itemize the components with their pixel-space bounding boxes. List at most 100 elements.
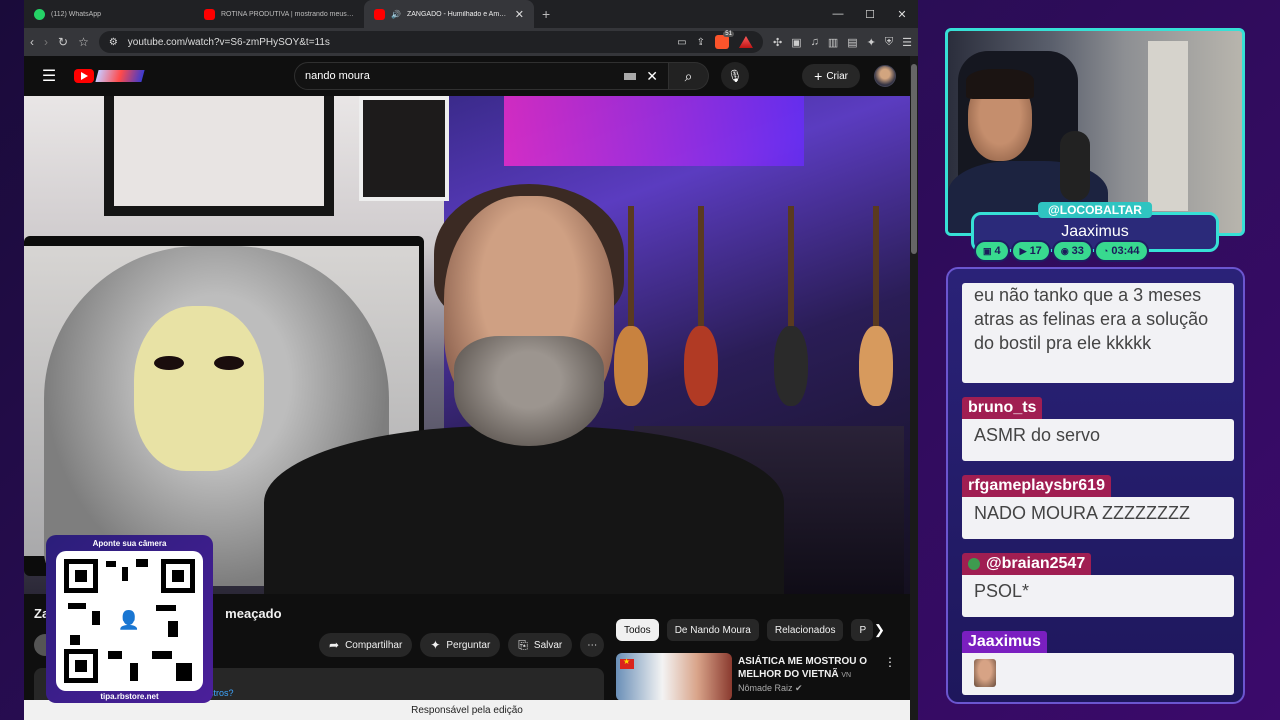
action-bar: ➦ Compartilhar ✦ Perguntar ⎘ Salvar ⋯ [319, 633, 605, 657]
url-text: youtube.com/watch?v=S6-zmPHySOY&t=11s [127, 36, 330, 48]
new-tab-button[interactable]: + [534, 6, 558, 22]
twitch-count: 4 [994, 245, 1001, 257]
tab-title: (112) WhatsApp [51, 10, 102, 18]
guitar-body [859, 326, 893, 406]
qr-module [108, 651, 122, 659]
speaker-icon: 🔊 [391, 9, 401, 19]
share-icon[interactable]: ⇪ [697, 37, 705, 48]
scrollbar-thumb[interactable] [911, 64, 917, 254]
hamburger-menu-icon[interactable]: ☰ [24, 66, 74, 86]
keyboard-icon[interactable] [624, 72, 637, 80]
leo-icon[interactable]: ✦ [867, 36, 876, 49]
sidebar-icon[interactable]: ▥ [828, 36, 838, 49]
kick-icon: ◉ [1060, 245, 1069, 256]
screenshot-icon[interactable]: ▣ [791, 36, 801, 49]
brave-rewards-icon[interactable] [738, 36, 753, 48]
url-box[interactable]: ⚙ youtube.com/watch?v=S6-zmPHySOY&t=11s … [98, 31, 763, 53]
tab-title: ZANGADO - Humilhado e Ameaçado [406, 10, 509, 18]
qr-module [136, 559, 148, 567]
streamer-handle-text: @LOCOBALTAR [1048, 203, 1142, 217]
chat-message-emote [962, 653, 1234, 695]
youtube-logo[interactable] [74, 69, 244, 83]
plus-icon: + [814, 68, 823, 84]
tab-whatsapp[interactable]: (112) WhatsApp [24, 0, 194, 28]
recommended-thumbnail[interactable] [616, 653, 732, 701]
qr-module [176, 663, 192, 681]
close-window-button[interactable]: ✕ [886, 0, 918, 28]
qr-module [68, 603, 86, 609]
chip-relacionados[interactable]: Relacionados [766, 619, 844, 641]
recommended-video[interactable]: ASIÁTICA ME MOSTROU O MELHOR DO VIETNÃ V… [616, 653, 901, 701]
sparkle-icon: ✦ [430, 638, 441, 652]
clock-icon: ◔ [1102, 246, 1109, 256]
ask-button[interactable]: ✦ Perguntar [420, 633, 501, 657]
share-button[interactable]: ➦ Compartilhar [319, 633, 413, 657]
twitch-icon: ▣ [983, 245, 992, 256]
youtube-header: ☰ nando moura ✕ ⌕ 🎙 + Criar [24, 56, 910, 96]
youtube-icon: ▶ [1019, 245, 1027, 256]
youtube-count: 17 [1029, 245, 1042, 257]
chevron-right-icon[interactable]: ❯ [874, 622, 885, 638]
video-guitars [614, 206, 904, 406]
tab-rotina[interactable]: ROTINA PRODUTIVA | mostrando meus hábito… [194, 0, 364, 28]
chat-message-text: NADO MOURA ZZZZZZZZ [962, 497, 1234, 539]
account-avatar[interactable] [874, 65, 896, 87]
guitar-neck [628, 206, 634, 336]
guitar-neck [788, 206, 794, 336]
more-icon: ⋯ [587, 639, 598, 651]
stream-stats: ▣ 4 ▶ 17 ◉ 33 ◔ 03:44 [976, 242, 1147, 260]
qr-module [122, 567, 128, 581]
tab-bar: (112) WhatsApp ROTINA PRODUTIVA | mostra… [24, 0, 918, 28]
reload-icon[interactable]: ↻ [58, 35, 68, 49]
streamer-handle: @LOCOBALTAR [1038, 202, 1152, 218]
minimize-button[interactable]: — [822, 0, 854, 28]
qr-module [106, 561, 116, 567]
more-vert-icon[interactable]: ⋮ [884, 655, 896, 669]
chip-cut-off[interactable]: P [851, 619, 874, 641]
brave-shields-icon[interactable]: 51 [714, 31, 734, 49]
kick-viewers: ◉ 33 [1053, 242, 1091, 260]
back-icon[interactable]: ‹ [30, 35, 34, 49]
tab-zangado-active[interactable]: 🔊 ZANGADO - Humilhado e Ameaçado ✕ [364, 0, 534, 28]
music-icon[interactable]: ♫ [811, 36, 819, 48]
video-man-shirt [264, 426, 784, 594]
site-info-icon[interactable]: ⚙ [109, 37, 118, 48]
chat-username: rfgameplaysbr619 [962, 475, 1111, 497]
video-title-end: meaçado [225, 606, 282, 621]
forward-icon[interactable]: › [44, 35, 48, 49]
video-neon-light [504, 96, 804, 166]
voice-search-button[interactable]: 🎙 [721, 62, 749, 90]
search-input[interactable]: nando moura ✕ [294, 62, 669, 90]
address-bar: ‹ › ↻ ☆ ⚙ youtube.com/watch?v=S6-zmPHySO… [24, 28, 918, 56]
recommended-title-suffix: VN [841, 672, 852, 679]
cast-icon[interactable]: ▭ [677, 37, 686, 48]
close-tab-icon[interactable]: ✕ [515, 8, 524, 21]
qr-center-head-icon: 👤 [112, 601, 146, 639]
bookmark-icon[interactable]: ☆ [78, 35, 89, 49]
page-scrollbar[interactable] [910, 56, 918, 720]
more-actions-button[interactable]: ⋯ [580, 633, 605, 657]
recommended-channel[interactable]: Nômade Raiz ✔ [738, 683, 803, 694]
chat-username: bruno_ts [962, 397, 1043, 419]
wallet-icon[interactable]: ▤ [847, 36, 857, 49]
clear-search-icon[interactable]: ✕ [646, 68, 658, 85]
extensions-icon[interactable]: ✣ [773, 36, 782, 49]
save-button[interactable]: ⎘ Salvar [508, 633, 573, 657]
menu-icon[interactable]: ☰ [902, 36, 912, 49]
video-player[interactable] [24, 96, 910, 594]
recommended-title[interactable]: ASIÁTICA ME MOSTROU O MELHOR DO VIETNÃ V… [738, 655, 883, 682]
tab-title: ROTINA PRODUTIVA | mostrando meus hábito… [221, 10, 354, 18]
chip-de-nando-moura[interactable]: De Nando Moura [666, 619, 759, 641]
vpn-icon[interactable]: ⛨ [885, 36, 893, 49]
video-hockey-mask [134, 306, 264, 471]
chip-todos[interactable]: Todos [616, 619, 659, 641]
create-button[interactable]: + Criar [802, 64, 860, 88]
guitar-neck [698, 206, 704, 336]
maximize-button[interactable]: ☐ [854, 0, 886, 28]
qr-overlay: Aponte sua câmera 👤 tipa.rbstore.net [46, 535, 213, 703]
stream-uptime: ◔ 03:44 [1095, 242, 1147, 260]
streamer-name: Jaaximus [1061, 223, 1129, 240]
youtube-viewers: ▶ 17 [1012, 242, 1049, 260]
search-button[interactable]: ⌕ [669, 62, 709, 90]
qr-module [70, 635, 80, 645]
